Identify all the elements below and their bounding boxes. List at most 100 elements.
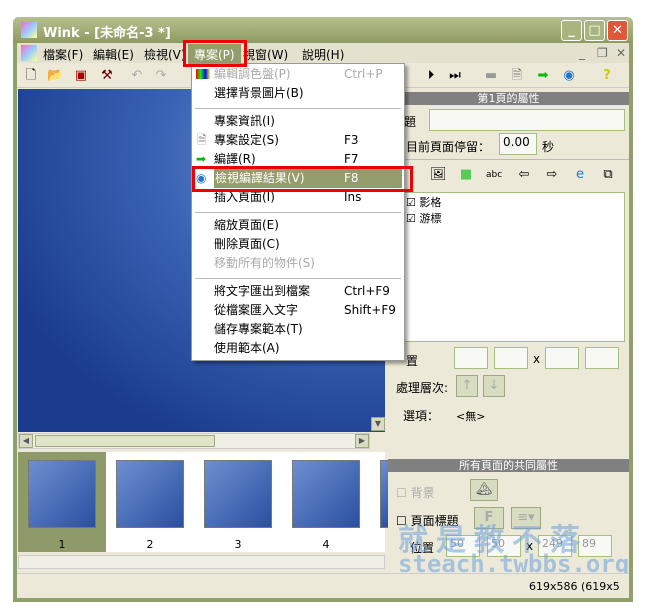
canvas-hscrollbar[interactable]: ◀ ▶ [18, 433, 370, 449]
common-props-header: 所有頁面的共同屬性 [388, 459, 629, 472]
common-pos-x[interactable]: 50 [446, 535, 480, 557]
menu-item-label: 儲存專案範本(T) [214, 322, 303, 336]
mdi-restore-button[interactable]: ❐ [597, 46, 608, 60]
menu-item-background[interactable]: 選擇背景圖片(B) [192, 84, 404, 103]
stay-input[interactable]: 0.00 [499, 133, 537, 155]
minimize-button[interactable]: _ [561, 20, 582, 41]
menu-item-label: 移動所有的物件(S) [214, 256, 315, 270]
mdi-minimize-button[interactable]: _ [579, 46, 585, 60]
hammer-icon[interactable]: ⚒ [99, 68, 115, 84]
title-bar: Wink - [未命名-3 *] _ □ ✕ [13, 17, 633, 43]
menu-item-shortcut: Shift+F9 [344, 303, 396, 317]
page-title-checkbox[interactable]: ☐ 頁面標題 [396, 512, 459, 529]
objects-list[interactable]: ☑ 影格 ☑ 游標 [402, 192, 625, 342]
help-icon[interactable]: ? [599, 68, 615, 84]
menu-item-edit-palette[interactable]: 編輯調色盤(P) Ctrl+P [192, 65, 404, 84]
add-link-button-icon[interactable]: e [572, 167, 588, 183]
common-pos-y[interactable]: 50 [487, 535, 521, 557]
common-height[interactable]: 89 [578, 535, 612, 557]
menu-item-shortcut: F3 [344, 133, 359, 147]
scroll-left-button[interactable]: ◀ [19, 434, 33, 448]
scroll-right-button[interactable]: ▶ [355, 434, 369, 448]
scroll-thumb[interactable] [35, 435, 215, 447]
background-checkbox[interactable]: ☐ 背景 [396, 484, 435, 501]
open-icon[interactable]: 📂 [47, 68, 63, 84]
menu-item-label: 從檔案匯入文字 [214, 303, 299, 317]
font-button[interactable]: F [474, 507, 504, 529]
common-width[interactable]: 249 [538, 535, 572, 557]
menu-item-label: 編輯調色盤(P) [214, 67, 291, 81]
save-icon[interactable]: ▣ [73, 68, 89, 84]
common-x-label: x [526, 539, 534, 553]
menu-window[interactable]: 視窗(W) [243, 46, 288, 63]
menu-item-use-template[interactable]: 使用範本(A) [192, 339, 404, 358]
object-label: 影格 [419, 196, 442, 209]
background-label: 背景 [410, 486, 435, 500]
new-icon[interactable]: 🗋 [23, 68, 39, 84]
menu-file[interactable]: 檔案(F) [43, 46, 83, 63]
menu-item-export-text[interactable]: 將文字匯出到檔案 Ctrl+F9 [192, 282, 404, 301]
status-size: 619x586 (619x5 [529, 580, 620, 593]
layer-down-button[interactable]: ↓ [483, 375, 505, 397]
settings-doc-icon[interactable]: 🗎 [509, 68, 525, 84]
object-item[interactable]: ☑ 游標 [406, 210, 621, 226]
page-props-header: 第1頁的屬性 [388, 92, 629, 105]
menu-item-project-settings[interactable]: 🗎 專案設定(S) F3 [192, 131, 404, 150]
thumbnail-3[interactable] [204, 460, 272, 528]
add-image-icon[interactable]: 🖼 [430, 167, 447, 183]
menu-item-resize-pages[interactable]: 縮放頁面(E) [192, 216, 404, 235]
project-menu: 編輯調色盤(P) Ctrl+P 選擇背景圖片(B) 專案資訊(I) 🗎 專案設定(S… [191, 63, 405, 361]
align-dropdown[interactable]: ≡▾ [511, 507, 541, 529]
width-input[interactable] [545, 347, 579, 369]
object-item[interactable]: ☑ 影格 [406, 194, 621, 210]
menu-item-save-template[interactable]: 儲存專案範本(T) [192, 320, 404, 339]
background-image-button[interactable]: 🏔 [470, 479, 498, 501]
pos-x-input[interactable] [454, 347, 488, 369]
menu-item-label: 縮放頁面(E) [214, 218, 279, 232]
menu-item-project-info[interactable]: 專案資訊(I) [192, 112, 404, 131]
menu-item-delete-pages[interactable]: 刪除頁面(C) [192, 235, 404, 254]
window-title: Wink - [未命名-3 *] [43, 26, 171, 41]
page-title-input[interactable] [429, 109, 625, 131]
thumbnail-label: 2 [146, 538, 154, 551]
add-button-icon[interactable]: ⧉ [600, 167, 616, 183]
menu-view[interactable]: 檢視(V) [144, 46, 186, 63]
frame-icon[interactable]: ▬ [483, 68, 499, 84]
redo-icon[interactable]: ↷ [153, 68, 169, 84]
title-label: 題 [404, 115, 417, 129]
add-back-button-icon[interactable]: ⇦ [516, 167, 532, 183]
add-shape-icon[interactable]: ■ [458, 167, 474, 183]
x-label: x [533, 352, 541, 366]
maximize-button[interactable]: □ [584, 20, 605, 41]
undo-icon[interactable]: ↶ [129, 68, 145, 84]
pos-y-input[interactable] [494, 347, 528, 369]
view-output-icon[interactable]: ◉ [561, 68, 577, 84]
menu-help[interactable]: 說明(H) [302, 46, 344, 63]
status-bar: 619x586 (619x5 [17, 573, 629, 598]
thumbnail-label: 1 [58, 538, 66, 551]
last-frame-icon[interactable]: ⏭ [447, 68, 463, 84]
add-callout-icon[interactable]: abc [486, 167, 502, 183]
thumbnail-scrollbar[interactable] [18, 555, 385, 569]
menu-item-label: 專案設定(S) [214, 133, 279, 147]
compile-arrow-icon[interactable]: ➡ [535, 68, 551, 84]
menu-item-label: 使用範本(A) [214, 341, 280, 355]
add-next-button-icon[interactable]: ⇨ [544, 167, 560, 183]
height-input[interactable] [585, 347, 619, 369]
menu-item-move-objects[interactable]: 移動所有的物件(S) [192, 254, 404, 273]
stay-unit: 秒 [542, 140, 555, 154]
object-label: 游標 [419, 212, 442, 225]
mdi-close-button[interactable]: ✕ [616, 46, 626, 60]
menu-edit[interactable]: 編輯(E) [93, 46, 134, 63]
close-button[interactable]: ✕ [607, 20, 628, 41]
thumbnail-1[interactable] [28, 460, 96, 528]
scroll-down-button[interactable]: ▼ [371, 417, 385, 431]
thumbnail-2[interactable] [116, 460, 184, 528]
next-frame-icon[interactable]: ⏵ [423, 68, 439, 84]
menu-item-shortcut: Ctrl+P [344, 67, 383, 81]
menu-item-import-text[interactable]: 從檔案匯入文字 Shift+F9 [192, 301, 404, 320]
layer-up-button[interactable]: ↑ [456, 375, 478, 397]
thumbnail-4[interactable] [292, 460, 360, 528]
thumbnail-label: 4 [322, 538, 330, 551]
menu-item-label: 專案資訊(I) [214, 114, 275, 128]
